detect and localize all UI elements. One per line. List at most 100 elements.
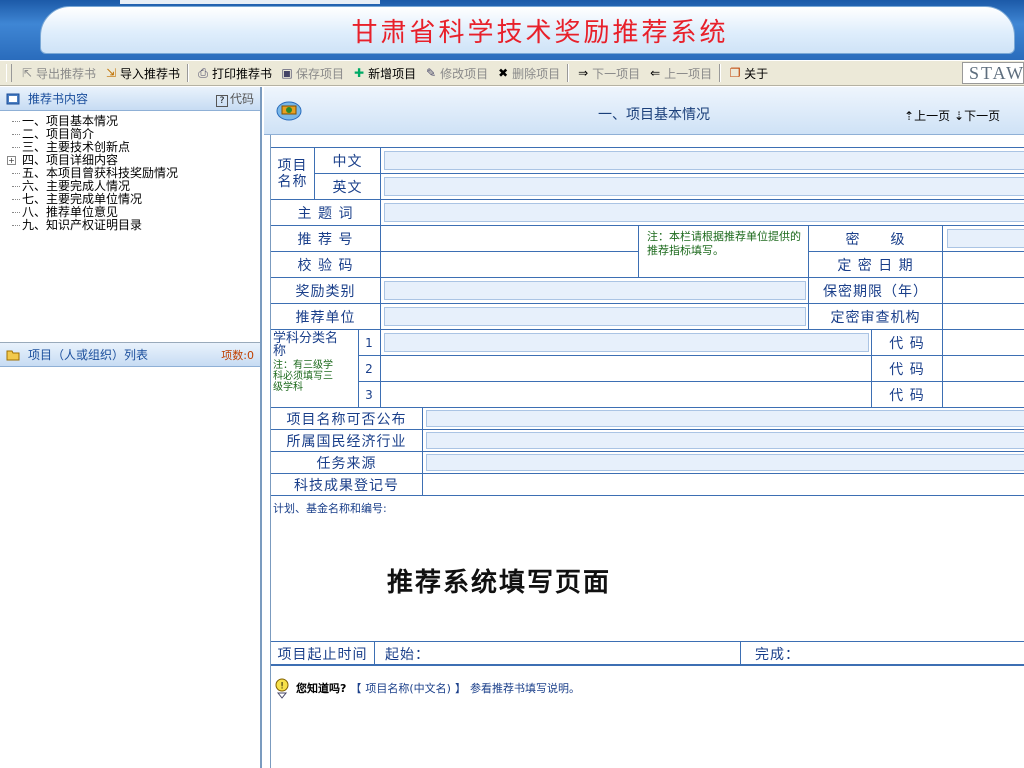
plan-label: 计划、基金名称和编号: <box>273 502 387 515</box>
check-code-label: 校 验 码 <box>271 252 381 278</box>
right-panel: 一、项目基本情况 ⇡上一页 ⇣下一页 项目 名称 中文 英文 主 题 词 推 荐… <box>264 87 1024 768</box>
lightbulb-icon: ! <box>272 677 292 699</box>
discipline-2-code-label: 代 码 <box>872 356 943 382</box>
industry-label: 所属国民经济行业 <box>271 430 423 452</box>
end-cell[interactable]: 完成： <box>741 642 1024 666</box>
save-button[interactable]: ▣ 保存项目 <box>276 63 348 83</box>
plan-area[interactable] <box>271 496 1024 642</box>
folder-icon <box>6 348 20 362</box>
edit-project-button[interactable]: ✎ 修改项目 <box>420 63 492 83</box>
keywords-label: 主 题 词 <box>271 200 381 226</box>
tip-bar: ! 您知道吗? 【 项目名称(中文名) 】 参看推荐书填写说明。 <box>272 677 580 699</box>
delete-project-button[interactable]: ✖ 删除项目 <box>492 63 564 83</box>
check-code-cell[interactable] <box>381 252 639 278</box>
item-count: 项数:0 <box>221 348 254 362</box>
save-icon: ▣ <box>281 66 293 80</box>
discipline-2-code-cell[interactable] <box>943 356 1024 382</box>
about-button[interactable]: ❐ 关于 <box>724 63 772 83</box>
tip-item-link[interactable]: 项目名称(中文名) <box>365 680 451 696</box>
print-button[interactable]: ⎙ 打印推荐书 <box>192 63 276 83</box>
public-label: 项目名称可否公布 <box>271 408 423 430</box>
discipline-row-2-no: 2 <box>359 356 381 382</box>
toolbar-grip[interactable] <box>6 64 12 82</box>
next-page-link[interactable]: ⇣下一页 <box>954 107 1000 124</box>
app-window: 甘肃省科学技术奖励推荐系统 ⇱ 导出推荐书 ⇲ 导入推荐书 ⎙ 打印推荐书 ▣ 保存项目… <box>0 0 1024 768</box>
award-category-input[interactable] <box>384 281 806 300</box>
discipline-row-1-no: 1 <box>359 330 381 356</box>
printer-icon: ⎙ <box>198 66 208 80</box>
delete-icon: ✖ <box>498 66 509 80</box>
keywords-input[interactable] <box>384 203 1024 222</box>
title-tab-decoration <box>120 0 380 4</box>
discipline-3-cell[interactable] <box>381 382 872 408</box>
edit-icon: ✎ <box>426 66 437 80</box>
recommend-no-label: 推 荐 号 <box>271 226 381 252</box>
secret-period-cell[interactable] <box>943 278 1024 304</box>
discipline-2-cell[interactable] <box>381 356 872 382</box>
export-icon: ⇱ <box>21 66 33 80</box>
list-panel-header: 项目（人或组织）列表 项数:0 <box>0 343 260 367</box>
toolbar-separator <box>567 64 570 82</box>
code-toggle[interactable]: ? 代码 <box>215 90 254 107</box>
app-title: 甘肃省科学技术奖励推荐系统 <box>351 18 729 48</box>
brand-logo: STAW <box>962 62 1024 84</box>
discipline-1-code-cell[interactable] <box>943 330 1024 356</box>
left-panel: 推荐书内容 ? 代码 一、项目基本情况 二、项目简介 三、主要技术创新点 + 四、项… <box>0 87 262 768</box>
tree-panel-header: 推荐书内容 ? 代码 <box>0 87 260 111</box>
tree-item-ip[interactable]: 九、知识产权证明目录 <box>8 219 260 232</box>
task-source-select[interactable] <box>426 454 1024 471</box>
discipline-label: 学科分类名称 注：有三级学科必须填写三级学科 <box>271 330 359 408</box>
basic-info-form: 项目 名称 中文 英文 主 题 词 推 荐 号 注：本栏请根据推荐单位提供的推荐… <box>270 147 1024 666</box>
discipline-3-code-label: 代 码 <box>872 382 943 408</box>
secret-date-label: 定 密 日 期 <box>809 252 943 278</box>
book-icon <box>6 92 20 106</box>
project-name-label: 项目 名称 <box>271 148 315 200</box>
secret-org-cell[interactable] <box>943 304 1024 330</box>
chinese-label: 中文 <box>315 148 381 174</box>
achievement-no-label: 科技成果登记号 <box>271 474 423 496</box>
toolbar-separator <box>187 64 190 82</box>
industry-select[interactable] <box>426 432 1024 449</box>
secret-period-label: 保密期限（年） <box>809 278 943 304</box>
page-up-icon: ⇡ <box>904 109 915 123</box>
start-cell[interactable]: 起始： <box>375 642 741 666</box>
prev-project-button[interactable]: ⇐ 上一项目 <box>644 63 716 83</box>
task-source-label: 任务来源 <box>271 452 423 474</box>
prev-page-link[interactable]: ⇡上一页 <box>904 107 950 124</box>
public-select[interactable] <box>426 410 1024 427</box>
expand-icon[interactable]: + <box>7 156 16 165</box>
award-category-label: 奖励类别 <box>271 278 381 304</box>
chinese-name-input[interactable] <box>384 151 1024 170</box>
toolbar-separator <box>719 64 722 82</box>
secret-level-label: 密 级 <box>809 226 943 252</box>
next-project-button[interactable]: ⇒ 下一项目 <box>572 63 644 83</box>
secret-org-label: 定密审查机构 <box>809 304 943 330</box>
panel-border <box>270 135 271 768</box>
secret-level-select[interactable] <box>947 229 1024 248</box>
achievement-no-cell[interactable] <box>423 474 1024 496</box>
new-icon: ✚ <box>354 66 365 80</box>
about-icon: ❐ <box>729 66 741 80</box>
title-bar: 甘肃省科学技术奖励推荐系统 <box>0 0 1024 60</box>
content-tree: 一、项目基本情况 二、项目简介 三、主要技术创新点 + 四、项目详细内容 五、本项… <box>0 111 260 343</box>
help-icon: ? <box>215 95 228 107</box>
import-icon: ⇲ <box>105 66 117 80</box>
secret-date-cell[interactable] <box>943 252 1024 278</box>
english-name-input[interactable] <box>384 177 1024 196</box>
arrow-right-icon: ⇒ <box>578 66 589 80</box>
recommend-no-cell[interactable] <box>381 226 639 252</box>
recommend-unit-input[interactable] <box>384 307 806 326</box>
discipline-3-code-cell[interactable] <box>943 382 1024 408</box>
section-header: 一、项目基本情况 ⇡上一页 ⇣下一页 <box>264 87 1024 135</box>
page-down-icon: ⇣ <box>954 109 965 123</box>
period-label: 项目起止时间 <box>271 642 375 666</box>
discipline-1-input[interactable] <box>384 333 869 352</box>
english-label: 英文 <box>315 174 381 200</box>
svg-text:!: ! <box>280 682 284 692</box>
new-project-button[interactable]: ✚ 新增项目 <box>348 63 420 83</box>
recommend-note: 注：本栏请根据推荐单位提供的推荐指标填写。 <box>639 226 809 278</box>
toolbar: ⇱ 导出推荐书 ⇲ 导入推荐书 ⎙ 打印推荐书 ▣ 保存项目 ✚ 新增项目 ✎ 修改项目 ✖… <box>0 60 1024 86</box>
page-caption: 推荐系统填写页面 <box>387 568 612 598</box>
export-button[interactable]: ⇱ 导出推荐书 <box>16 63 100 83</box>
import-button[interactable]: ⇲ 导入推荐书 <box>100 63 184 83</box>
